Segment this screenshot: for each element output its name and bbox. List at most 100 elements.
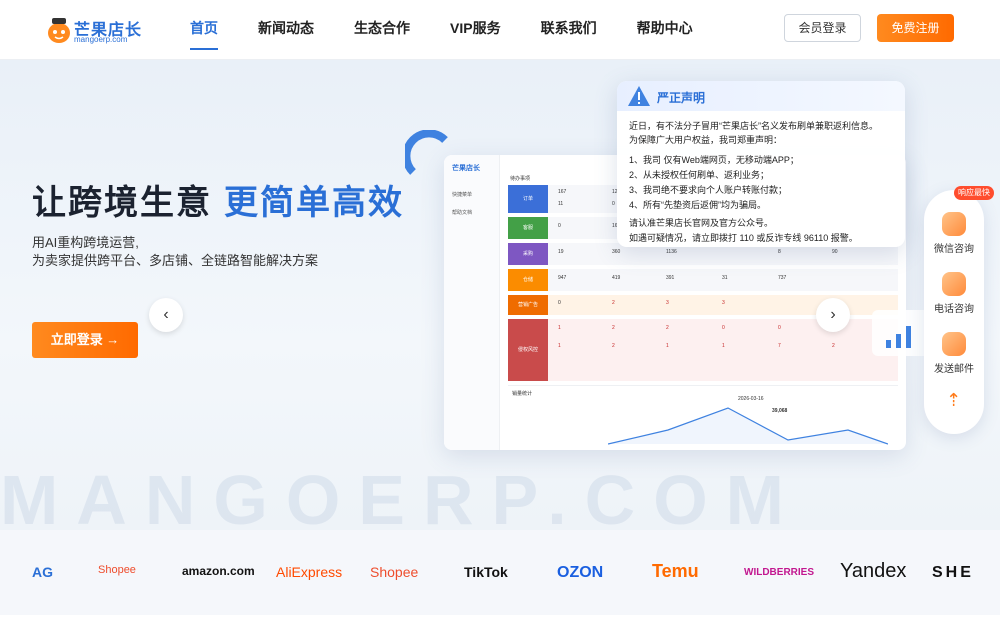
nav-contact[interactable]: 联系我们 — [541, 0, 597, 60]
row-value: 3 — [722, 300, 725, 306]
mango-mascot-icon — [48, 18, 70, 43]
nav-ecosystem[interactable]: 生态合作 — [354, 0, 410, 60]
brand-tiktok: TikTok — [464, 564, 508, 580]
wechat-consult[interactable]: 微信咨询 — [924, 212, 984, 255]
hero-watermark: MANGOERP.COM — [0, 461, 802, 530]
row-value: 419 — [612, 275, 621, 281]
brand-shein: SHE — [932, 564, 974, 581]
logo[interactable]: 芒果店长 mangoerp.com — [46, 12, 146, 48]
hero-subtitle-2: 为卖家提供跨平台、多店铺、全链路智能解决方案 — [32, 253, 319, 268]
mail-icon — [942, 332, 966, 356]
chevron-left-icon: ‹ — [163, 306, 169, 323]
hero-title-plain: 让跨境生意 — [32, 184, 212, 222]
dashboard-row-warehouse: 仓储 947 419 391 31 737 — [508, 269, 898, 291]
free-register-button[interactable]: 免费注册 — [877, 14, 954, 42]
chart-title: 销量统计 — [512, 391, 533, 397]
nav-home[interactable]: 首页 — [190, 0, 218, 60]
chart-tooltip-date: 2026-03-16 — [738, 396, 764, 402]
row-value: 2 — [666, 325, 669, 331]
row-value: 2 — [612, 343, 615, 349]
login-now-button[interactable]: 立即登录 → — [32, 322, 138, 358]
brand-logo: AG — [32, 564, 53, 580]
brand-ozon: OZON — [557, 564, 604, 581]
row-value: 0 — [558, 223, 561, 229]
row-value: 947 — [558, 275, 567, 281]
dashboard-sales-chart: 销量统计 2026-03-16 39,068 — [508, 385, 898, 445]
send-email[interactable]: 发送邮件 — [924, 332, 984, 375]
row-value: 737 — [778, 275, 787, 281]
header: 芒果店长 mangoerp.com 首页 新闻动态 生态合作 VIP服务 联系我… — [0, 0, 1000, 60]
nav-help[interactable]: 帮助中心 — [637, 0, 693, 60]
brand-aliexpress: AliExpress — [276, 564, 343, 580]
row-value: 0 — [722, 325, 725, 331]
nav-news[interactable]: 新闻动态 — [258, 0, 314, 60]
platform-logos-strip: AG Shopee amazon.com AliExpress Shopee T… — [0, 530, 1000, 615]
dashboard-menu-help: 帮助文档 — [452, 210, 473, 216]
row-value: 90 — [832, 249, 838, 255]
dashboard-sidebar: 芒果店长 快捷菜单 帮助文档 — [444, 155, 500, 450]
phone-consult[interactable]: 电话咨询 — [924, 272, 984, 315]
row-tag: 客服 — [508, 217, 548, 239]
hero-title-highlight: 更简单高效 — [224, 184, 404, 222]
row-value: 3 — [666, 300, 669, 306]
row-value: 1 — [666, 343, 669, 349]
row-value: 1136 — [666, 249, 677, 255]
brand-shopee: Shopee — [98, 564, 136, 576]
row-value: 1 — [558, 325, 561, 331]
member-login-button[interactable]: 会员登录 — [784, 14, 861, 42]
notice-line: 近日，有不法分子冒用“芒果店长”名义发布刷单兼职返利信息。 — [629, 121, 878, 131]
phone-consult-label: 电话咨询 — [934, 304, 974, 315]
notice-line: 1、我司 仅有Web端网页，无移动端APP； — [629, 155, 799, 165]
sales-trend-line — [608, 407, 888, 445]
brand-shopee: Shopee — [370, 564, 419, 580]
row-tag: 侵权风控 — [508, 319, 548, 381]
dashboard-menu-quick: 快捷菜单 — [452, 192, 473, 198]
row-value: 1 — [722, 343, 725, 349]
row-value: 1 — [558, 343, 561, 349]
arrow-up-icon[interactable]: ⇡ — [946, 390, 961, 411]
notice-card: 严正声明 近日，有不法分子冒用“芒果店长”名义发布刷单兼职返利信息。 为保障广大… — [617, 81, 905, 247]
hero-subtitle-1: 用AI重构跨境运营, — [32, 235, 139, 250]
warning-icon — [628, 86, 650, 106]
wechat-consult-label: 微信咨询 — [934, 244, 974, 255]
carousel-prev-button[interactable]: ‹ — [149, 298, 183, 332]
contact-float-panel: 微信咨询 电话咨询 发送邮件 ⇡ — [924, 190, 984, 434]
notice-line: 3、我司绝不要求向个人账户转账付款； — [629, 185, 788, 195]
hero-title: 让跨境生意 更简单高效 — [32, 175, 404, 224]
row-tag: 采购 — [508, 243, 548, 265]
chevron-right-icon: › — [830, 306, 836, 323]
hero-banner: MANGOERP.COM 让跨境生意 更简单高效 用AI重构跨境运营, 为卖家提供… — [0, 60, 1000, 530]
notice-line: 4、所有“先垫资后返佣”均为骗局。 — [629, 200, 767, 210]
row-value: 19 — [558, 249, 564, 255]
wechat-icon — [942, 212, 966, 236]
row-value: 8 — [778, 249, 781, 255]
dashboard-logo: 芒果店长 — [452, 165, 480, 172]
phone-icon — [942, 272, 966, 296]
row-value: 0 — [612, 201, 615, 207]
carousel-next-button[interactable]: › — [816, 298, 850, 332]
fastest-response-badge: 响应最快 — [954, 186, 994, 200]
brand-yandex: Yandex — [840, 560, 907, 582]
row-value: 2 — [832, 343, 835, 349]
main-nav: 首页 新闻动态 生态合作 VIP服务 联系我们 帮助中心 — [190, 0, 733, 60]
notice-line: 2、从未授权任何刷单、返利业务； — [629, 170, 770, 180]
row-tag: 仓储 — [508, 269, 548, 291]
dashboard-panel-title: 待办事项 — [510, 176, 531, 182]
row-value: 31 — [722, 275, 728, 281]
send-email-label: 发送邮件 — [934, 364, 974, 375]
logo-domain: mangoerp.com — [74, 35, 128, 44]
notice-line: 请认准芒果店长官网及官方公众号。 — [629, 218, 774, 228]
brand-wildberries: WILDBERRIES — [744, 567, 814, 578]
brand-amazon: amazon.com — [182, 564, 255, 578]
notice-line: 为保障广大用户权益，我司郑重声明： — [629, 135, 783, 145]
row-value: 167 — [558, 189, 567, 195]
nav-vip[interactable]: VIP服务 — [450, 0, 501, 60]
notice-title: 严正声明 — [657, 91, 706, 105]
row-value: 360 — [612, 249, 621, 255]
row-tag: 营销广告 — [508, 295, 548, 315]
notice-line: 如遇可疑情况，请立即拨打 110 或反诈专线 96110 报警。 — [629, 233, 858, 243]
chart-tooltip-value: 39,068 — [772, 408, 788, 414]
row-value: 2 — [612, 300, 615, 306]
brand-temu: Temu — [652, 561, 699, 581]
row-value: 7 — [778, 343, 781, 349]
